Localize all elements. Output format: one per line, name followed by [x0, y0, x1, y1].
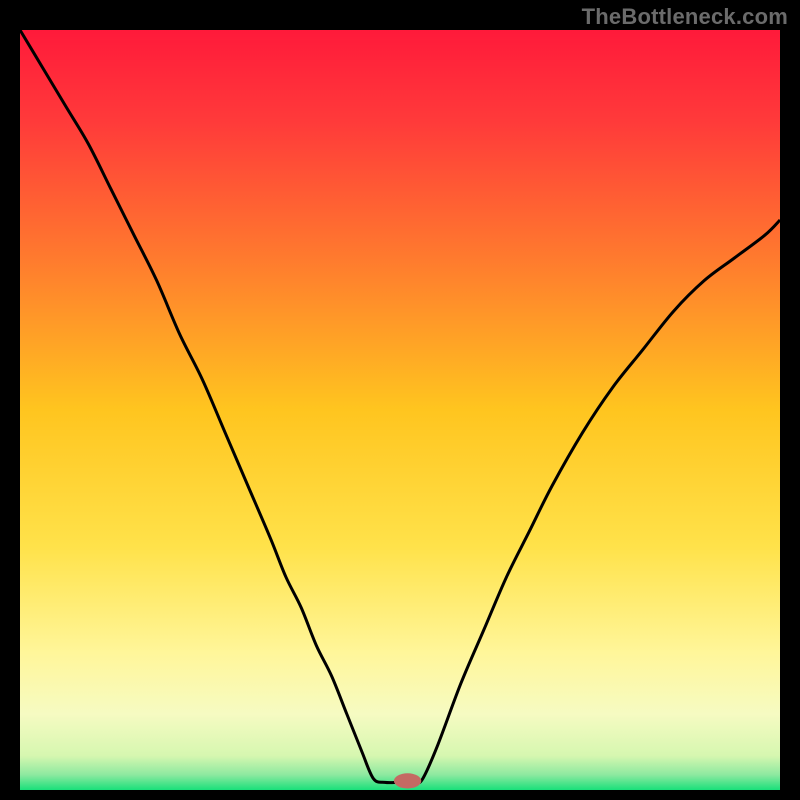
watermark-text: TheBottleneck.com	[582, 4, 788, 30]
plot-area	[20, 30, 780, 775]
curve-layer	[20, 30, 780, 790]
bottleneck-curve	[20, 30, 780, 783]
chart-frame: TheBottleneck.com	[0, 0, 800, 800]
minimum-marker	[394, 773, 421, 788]
